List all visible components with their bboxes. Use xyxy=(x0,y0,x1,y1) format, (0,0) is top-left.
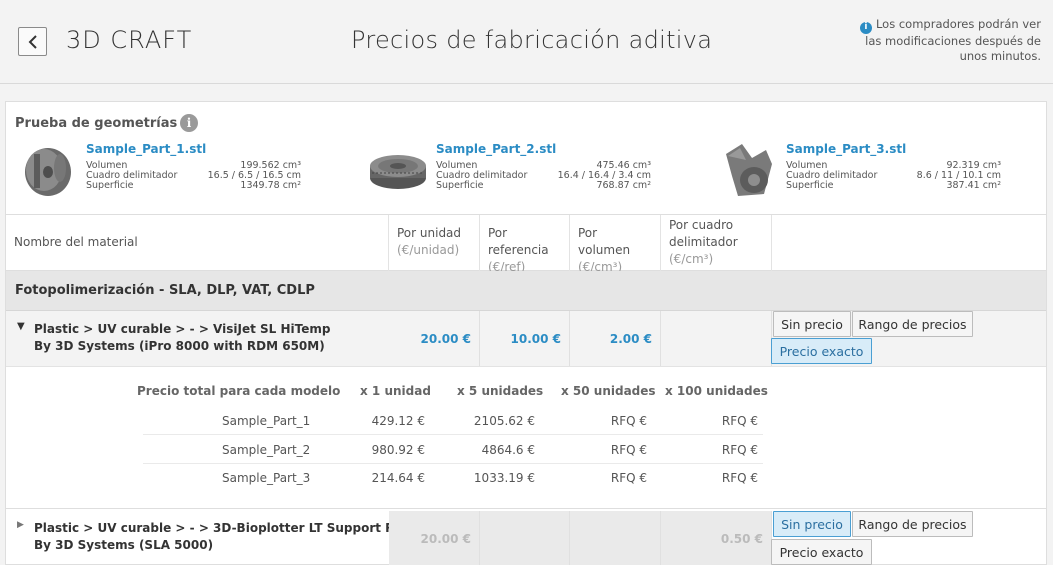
expand-triangle-icon[interactable]: ▶ xyxy=(17,520,24,530)
price-per-bbox[interactable]: 0.50 € xyxy=(661,511,772,565)
table-row: Sample_Part_1 429.12 € 2105.62 € RFQ € R… xyxy=(143,407,763,435)
no-price-button[interactable]: Sin precio xyxy=(773,511,851,537)
column-material: Nombre del material xyxy=(6,215,389,271)
part-thumbnail-2 xyxy=(370,155,426,189)
part-name[interactable]: Sample_Part_3.stl xyxy=(786,142,906,156)
table-row: Sample_Part_3 214.64 € 1033.19 € RFQ € R… xyxy=(222,471,758,485)
price-per-bbox[interactable] xyxy=(661,311,772,366)
exact-price-button[interactable]: Precio exacto xyxy=(771,338,872,364)
price-breakdown: Precio total para cada modelo x 1 unidad… xyxy=(6,367,1046,509)
collapse-triangle-icon[interactable]: ▼ xyxy=(17,321,25,332)
material-name: Plastic > UV curable > - > VisiJet SL Hi… xyxy=(34,322,331,353)
part-properties: Volumen 92.319 cm³ Cuadro delimitador 8.6 … xyxy=(786,160,1001,191)
page-title: Precios de fabricación aditiva xyxy=(351,26,713,54)
part-thumbnail-1 xyxy=(25,148,71,196)
breakdown-col-100: x 100 unidades xyxy=(665,384,768,398)
exact-price-button[interactable]: Precio exacto xyxy=(771,539,872,565)
part-properties: Volumen 475.46 cm³ Cuadro delimitador 16.4… xyxy=(436,160,651,191)
geometry-test-panel: Prueba de geometrías i Sample_Part_1.stl… xyxy=(5,101,1047,214)
price-per-reference[interactable] xyxy=(480,511,570,565)
section-photopolymerization: Fotopolimerización - SLA, DLP, VAT, CDLP xyxy=(6,271,1046,311)
price-per-volume[interactable] xyxy=(570,511,661,565)
no-price-button[interactable]: Sin precio xyxy=(773,311,851,337)
column-per-reference: Por referencia (€/ref) xyxy=(480,215,570,274)
info-icon: i xyxy=(859,21,872,34)
info-icon[interactable]: i xyxy=(180,114,198,132)
material-row-2[interactable]: ▶ Plastic > UV curable > - > 3D-Bioplott… xyxy=(6,511,1046,565)
price-per-unit[interactable]: 20.00 € xyxy=(389,311,480,366)
breakdown-title: Precio total para cada modelo xyxy=(137,384,341,398)
table-header: Nombre del material Por unidad (€/unidad… xyxy=(6,215,1046,274)
price-range-button[interactable]: Rango de precios xyxy=(852,511,973,537)
back-button[interactable] xyxy=(18,27,47,56)
material-row-1[interactable]: ▼ Plastic > UV curable > - > VisiJet SL … xyxy=(6,311,1046,367)
column-per-bbox: Por cuadro delimitador (€/cm³) xyxy=(661,215,772,271)
buyer-notice: i Los compradores podrán ver las modifica… xyxy=(851,17,1041,64)
brand-logo: 3D CRAFT xyxy=(66,26,193,54)
price-per-volume[interactable]: 2.00 € xyxy=(570,311,661,366)
column-per-unit: Por unidad (€/unidad) xyxy=(389,215,480,271)
page-header: 3D CRAFT Precios de fabricación aditiva … xyxy=(0,0,1053,84)
part-name[interactable]: Sample_Part_1.stl xyxy=(86,142,206,156)
material-name: Plastic > UV curable > - > 3D-Bioplotter… xyxy=(34,521,405,552)
geometry-title: Prueba de geometrías xyxy=(15,116,178,131)
chevron-left-icon xyxy=(28,34,37,49)
breakdown-col-1: x 1 unidad xyxy=(360,384,431,398)
pricing-table: Nombre del material Por unidad (€/unidad… xyxy=(5,214,1047,565)
breakdown-col-50: x 50 unidades xyxy=(561,384,656,398)
part-properties: Volumen 199.562 cm³ Cuadro delimitador 16.… xyxy=(86,160,301,191)
price-range-button[interactable]: Rango de precios xyxy=(852,311,973,337)
table-row: Sample_Part_2 980.92 € 4864.6 € RFQ € RF… xyxy=(143,436,763,464)
part-name[interactable]: Sample_Part_2.stl xyxy=(436,142,556,156)
column-per-volume: Por volumen (€/cm³) xyxy=(570,215,661,274)
price-per-unit[interactable]: 20.00 € xyxy=(389,511,480,565)
price-per-reference[interactable]: 10.00 € xyxy=(480,311,570,366)
breakdown-col-5: x 5 unidades xyxy=(457,384,544,398)
part-thumbnail-3 xyxy=(726,144,772,196)
